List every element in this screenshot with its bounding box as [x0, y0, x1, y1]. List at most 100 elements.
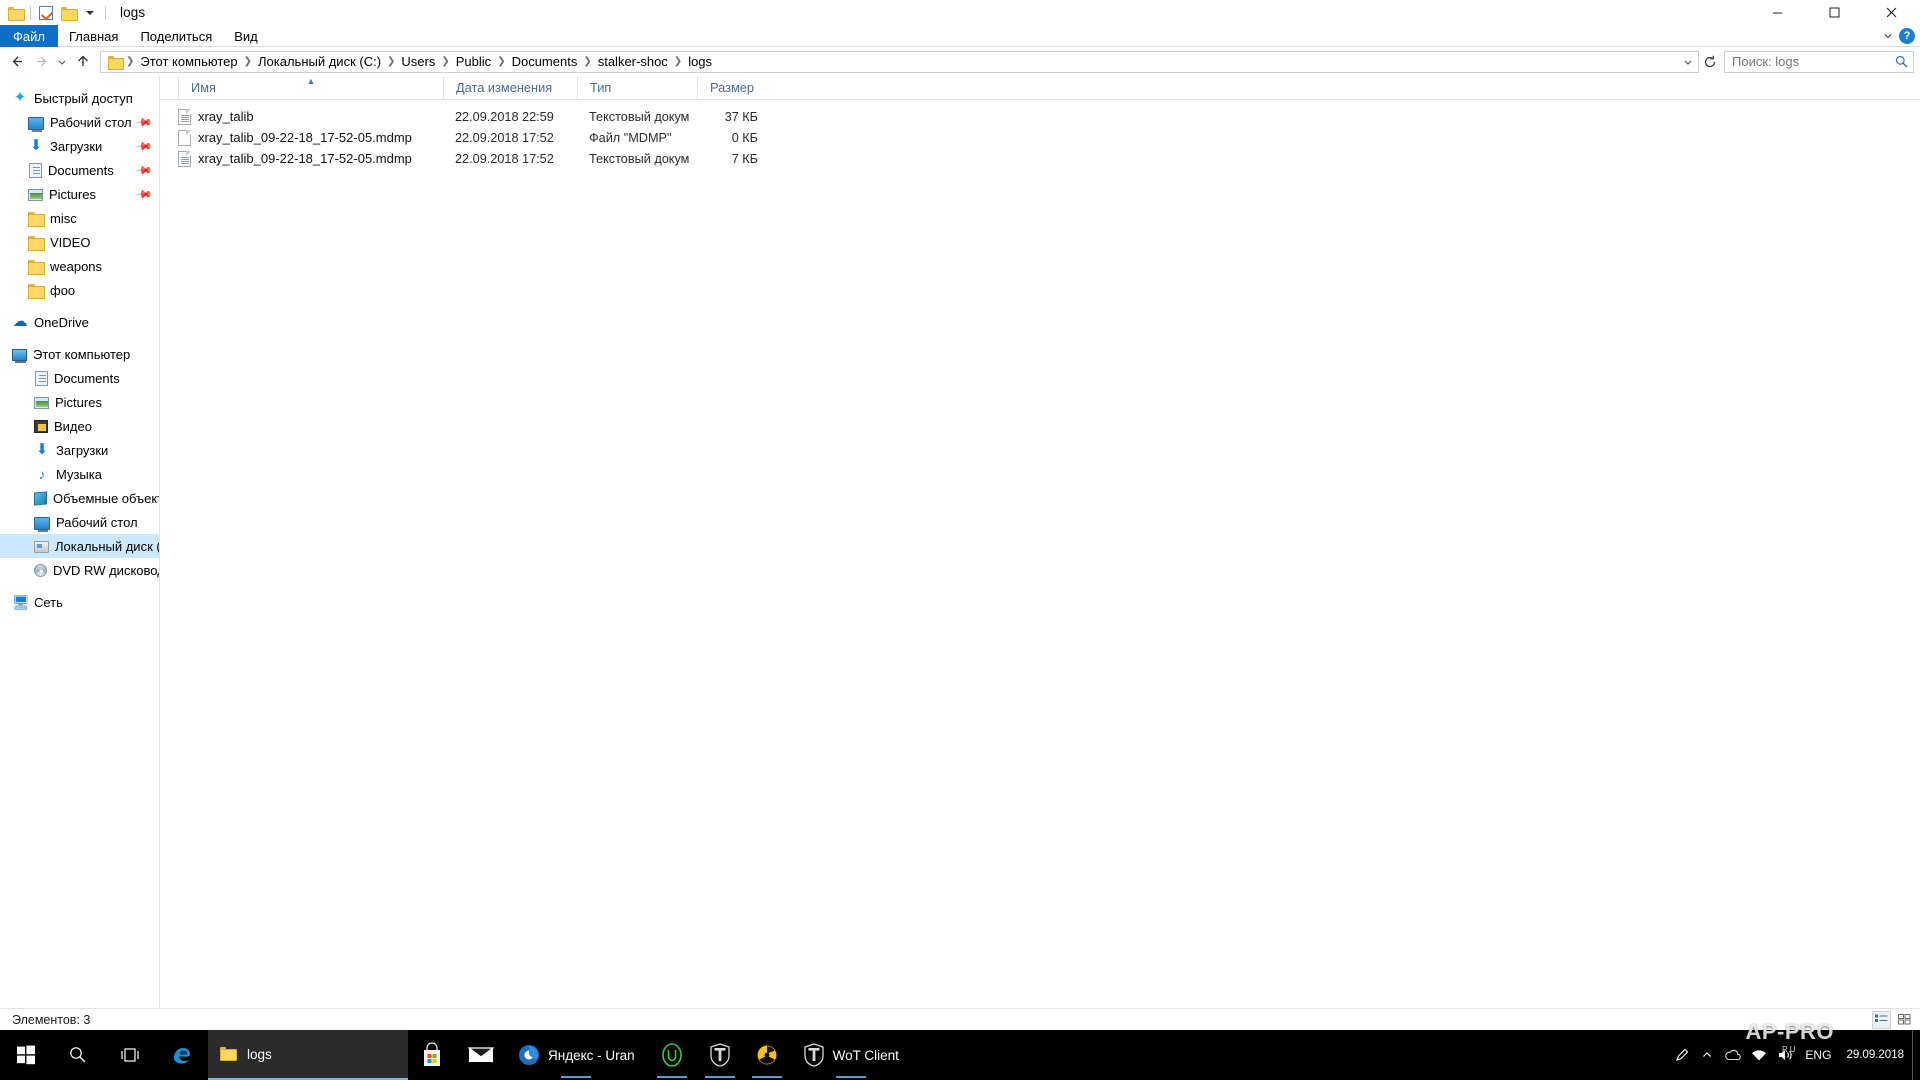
tab-view[interactable]: Вид	[223, 25, 269, 47]
column-header-type[interactable]: Тип	[577, 76, 697, 99]
navigation-pane[interactable]: ✦ Быстрый доступ Рабочий стол 📌 ⬇ Загруз…	[0, 76, 160, 1008]
this-pc-icon	[12, 349, 27, 363]
pin-icon: 📌	[134, 185, 153, 204]
sidebar-item-label: Documents	[48, 162, 114, 178]
search-box[interactable]: Поиск: logs	[1724, 50, 1914, 73]
edge-icon[interactable]	[156, 1030, 208, 1080]
column-header-date-modified[interactable]: Дата изменения	[443, 76, 577, 99]
sidebar-item-pictures[interactable]: Pictures 📌	[0, 182, 159, 206]
sidebar-item-pc-music[interactable]: ♪ Музыка	[0, 462, 159, 486]
qat-new-folder-icon[interactable]	[57, 2, 79, 24]
details-view-icon[interactable]	[1872, 1010, 1891, 1029]
search-input[interactable]: Поиск: logs	[1732, 54, 1893, 69]
sidebar-item-label: misc	[50, 210, 77, 226]
sidebar-item-video[interactable]: VIDEO	[0, 230, 159, 254]
taskbar-app-mail[interactable]	[456, 1030, 506, 1080]
taskbar-app-store[interactable]	[408, 1030, 456, 1080]
show-desktop-button[interactable]	[1912, 1030, 1920, 1080]
breadcrumb-item-local-disk[interactable]: Локальный диск (C:)	[253, 52, 386, 72]
column-header-size[interactable]: Размер	[697, 76, 772, 99]
sidebar-item-downloads[interactable]: ⬇ Загрузки 📌	[0, 134, 159, 158]
breadcrumb-item-documents[interactable]: Documents	[507, 52, 583, 72]
file-name-cell[interactable]: xray_talib	[178, 108, 443, 125]
breadcrumb-separator: ❯	[441, 56, 450, 67]
forward-button[interactable]	[29, 50, 53, 74]
sidebar-item-network[interactable]: 🖥 Сеть	[0, 590, 159, 614]
clock[interactable]: 29.09.2018	[1838, 1048, 1912, 1062]
sidebar-item-weapons[interactable]: weapons	[0, 254, 159, 278]
minimize-button[interactable]	[1749, 0, 1806, 25]
up-button[interactable]	[70, 50, 94, 74]
task-view-icon[interactable]	[104, 1030, 156, 1080]
help-icon[interactable]: ?	[1899, 28, 1915, 44]
breadcrumb-item-logs[interactable]: logs	[683, 52, 717, 72]
address-dropdown-icon[interactable]	[1678, 52, 1698, 72]
window-controls	[1749, 0, 1920, 25]
qat-folder-icon[interactable]	[4, 2, 26, 24]
close-button[interactable]	[1863, 0, 1920, 25]
sidebar-item-this-pc[interactable]: Этот компьютер	[0, 342, 159, 366]
taskbar-app-u-circle[interactable]	[647, 1030, 697, 1080]
file-name-cell[interactable]: xray_talib_09-22-18_17-52-05.mdmp	[178, 129, 443, 146]
breadcrumb-item-users[interactable]: Users	[396, 52, 440, 72]
sidebar-item-pc-pictures[interactable]: Pictures	[0, 390, 159, 414]
file-date-cell: 22.09.2018 22:59	[455, 109, 554, 124]
sidebar-item-foo[interactable]: фоо	[0, 278, 159, 302]
text-file-icon	[178, 108, 191, 125]
sidebar-item-quick-access[interactable]: ✦ Быстрый доступ	[0, 86, 159, 110]
sidebar-item-local-disk-c[interactable]: Локальный диск (C:)	[0, 534, 159, 558]
sidebar-item-pc-downloads[interactable]: ⬇ Загрузки	[0, 438, 159, 462]
refresh-button[interactable]	[1699, 51, 1721, 73]
taskbar-app-logs[interactable]: logs	[208, 1030, 408, 1080]
maximize-button[interactable]	[1806, 0, 1863, 25]
taskbar-app-wot-1[interactable]	[697, 1030, 743, 1080]
wot-tank-icon	[804, 1043, 824, 1067]
sidebar-item-label: фоо	[50, 282, 76, 298]
taskbar-app-radiation[interactable]	[743, 1030, 791, 1080]
column-header-name[interactable]: ▲ Имя	[178, 76, 443, 99]
download-icon: ⬇	[35, 441, 49, 458]
sidebar-item-dvd-drive[interactable]: DVD RW дисковод (D:)	[0, 558, 159, 582]
breadcrumb-item-public[interactable]: Public	[451, 52, 496, 72]
tab-home[interactable]: Главная	[58, 25, 129, 47]
table-row[interactable]: xray_talib 22.09.2018 22:59 Текстовый до…	[160, 106, 1920, 127]
qat-customize-caret-icon[interactable]	[79, 2, 101, 24]
network-icon: 🖥	[12, 594, 30, 610]
table-row[interactable]: xray_talib_09-22-18_17-52-05.mdmp 22.09.…	[160, 148, 1920, 169]
breadcrumb-item-this-pc[interactable]: Этот компьютер	[135, 52, 242, 72]
onedrive-tray-icon[interactable]	[1720, 1030, 1746, 1080]
tab-file[interactable]: Файл	[0, 25, 58, 47]
sidebar-item-desktop[interactable]: Рабочий стол 📌	[0, 110, 159, 134]
window-title: logs	[120, 5, 146, 20]
sidebar-item-label: Этот компьютер	[33, 346, 131, 362]
pen-tray-icon[interactable]	[1668, 1030, 1694, 1080]
sidebar-item-pc-documents[interactable]: Documents	[0, 366, 159, 390]
address-bar[interactable]: ❯ Этот компьютер ❯ Локальный диск (C:) ❯…	[100, 50, 1699, 73]
taskbar-app-wot-client[interactable]: WoT Client	[791, 1030, 911, 1080]
file-rows[interactable]: xray_talib 22.09.2018 22:59 Текстовый до…	[160, 100, 1920, 1008]
taskbar-search-icon[interactable]	[52, 1030, 104, 1080]
recent-locations-button[interactable]	[53, 50, 70, 74]
search-icon[interactable]	[1893, 54, 1909, 70]
file-name-cell[interactable]: xray_talib_09-22-18_17-52-05.mdmp	[178, 150, 443, 167]
breadcrumb-folder-icon	[108, 55, 124, 70]
watermark-main: AP-PRO	[1745, 1019, 1834, 1044]
breadcrumb-item-stalker-shoc[interactable]: stalker-shoc	[593, 52, 673, 72]
sidebar-item-misc[interactable]: misc	[0, 206, 159, 230]
tiles-view-icon[interactable]	[1895, 1011, 1914, 1029]
qat-properties-icon[interactable]	[35, 2, 57, 24]
table-row[interactable]: xray_talib_09-22-18_17-52-05.mdmp 22.09.…	[160, 127, 1920, 148]
windows-start-icon[interactable]	[0, 1030, 52, 1080]
show-hidden-icons-icon[interactable]	[1694, 1030, 1720, 1080]
tab-share[interactable]: Поделиться	[129, 25, 223, 47]
sidebar-item-label: Музыка	[56, 466, 102, 482]
expand-ribbon-icon[interactable]	[1879, 27, 1897, 45]
desktop-icon	[28, 116, 44, 132]
sidebar-item-pc-3d-objects[interactable]: Объемные объекты	[0, 486, 159, 510]
taskbar-app-yandex-uran[interactable]: Яндекс - Uran	[506, 1030, 647, 1080]
sidebar-item-pc-desktop[interactable]: Рабочий стол	[0, 510, 159, 534]
sidebar-item-pc-video[interactable]: Видео	[0, 414, 159, 438]
back-button[interactable]	[5, 50, 29, 74]
sidebar-item-documents[interactable]: Documents 📌	[0, 158, 159, 182]
sidebar-item-onedrive[interactable]: ☁ OneDrive	[0, 310, 159, 334]
